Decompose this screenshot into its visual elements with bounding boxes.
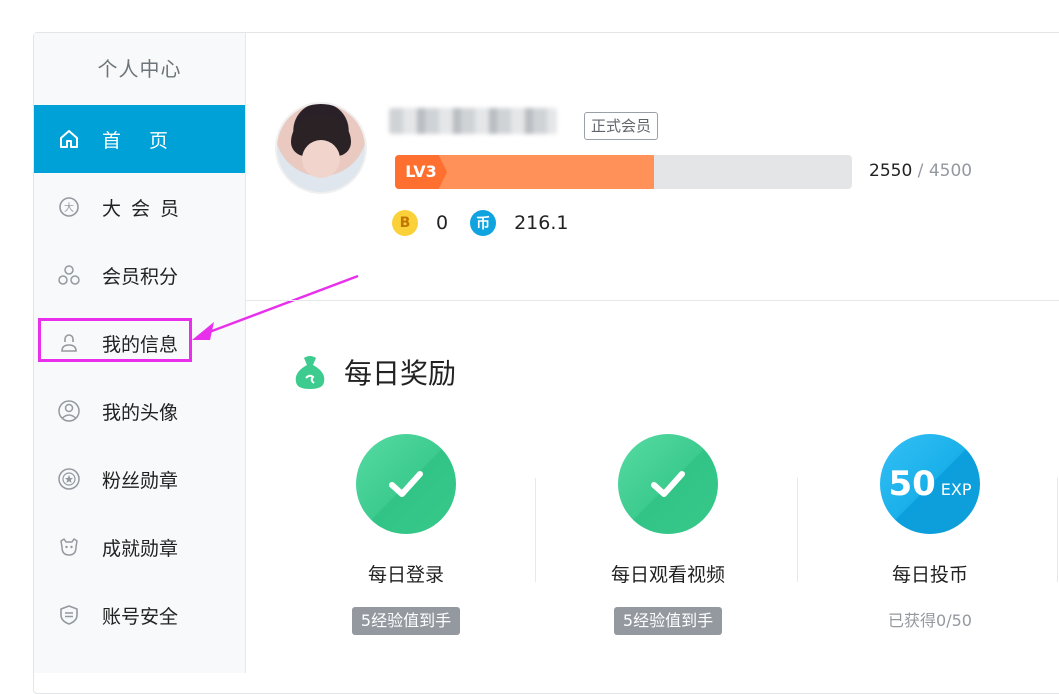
svg-text:大: 大	[64, 201, 74, 214]
reward-divider	[1057, 478, 1058, 582]
exp-max: 4500	[928, 161, 973, 181]
reward-name: 每日观看视频	[610, 564, 725, 586]
level-progress-bar: LV3	[395, 155, 852, 189]
sidebar-item-home[interactable]: 首页	[34, 105, 245, 173]
coin-icon: 币	[470, 210, 497, 236]
points-icon	[56, 262, 82, 288]
sidebar-title: 个人中心	[97, 57, 182, 81]
reward-daily-watch: 每日观看视频 5经验值到手	[568, 434, 768, 635]
sidebar-item-label: 我的头像	[102, 401, 179, 424]
sidebar-item-security[interactable]: 账号安全	[34, 581, 245, 649]
reward-tag: 5经验值到手	[351, 607, 461, 635]
money-bag-icon	[290, 352, 330, 392]
exp-badge: 50 EXP	[880, 434, 980, 534]
fan-medal-icon	[56, 466, 82, 492]
sidebar-item-label: 会员积分	[102, 265, 179, 288]
sidebar-item-label: 首页	[102, 129, 197, 152]
reward-daily-coin[interactable]: 50 EXP 每日投币 已获得0/50	[830, 434, 1030, 635]
level-label: LV3	[395, 155, 447, 189]
exp-badge-unit: EXP	[940, 479, 972, 499]
reward-tag: 5经验值到手	[613, 607, 723, 635]
b-coin-value: 0	[436, 212, 449, 234]
exp-badge-number: 50	[888, 464, 936, 504]
annotation-arrow	[192, 274, 359, 340]
exp-separator: /	[917, 161, 924, 181]
check-icon	[356, 434, 456, 534]
exp-current: 2550	[869, 161, 913, 181]
reward-divider	[797, 478, 798, 582]
sidebar-item-label: 账号安全	[102, 605, 179, 628]
username-blurred	[389, 108, 557, 134]
daily-reward-title-text: 每日奖励	[344, 357, 457, 390]
check-icon	[618, 434, 718, 534]
sidebar-item-avatar[interactable]: 我的头像	[34, 377, 245, 445]
sidebar-item-label: 大会员	[102, 197, 190, 220]
vip-icon: 大	[56, 194, 82, 220]
avatar[interactable]	[275, 102, 367, 194]
reward-name: 每日登录	[367, 564, 444, 586]
reward-progress: 已获得0/50	[888, 611, 972, 630]
coin-value: 216.1	[514, 212, 569, 234]
sidebar-item-label: 成就勋章	[102, 537, 179, 560]
shield-icon	[56, 602, 82, 628]
sidebar-item-achievement[interactable]: 成就勋章	[34, 513, 245, 581]
avatar-icon	[56, 398, 82, 424]
exp-counter: 2550 / 4500	[869, 161, 972, 181]
home-icon	[56, 126, 82, 152]
reward-divider	[535, 478, 536, 582]
sidebar-item-vip[interactable]: 大 大会员	[34, 173, 245, 241]
annotation-highlight-box	[38, 318, 192, 362]
sidebar-item-fan-medal[interactable]: 粉丝勋章	[34, 445, 245, 513]
coin-balances: B 0 币 216.1	[392, 210, 591, 236]
reward-name: 每日投币	[891, 564, 968, 586]
reward-daily-login: 每日登录 5经验值到手	[306, 434, 506, 635]
sidebar-item-label: 粉丝勋章	[102, 469, 179, 492]
b-coin-icon: B	[392, 210, 418, 236]
section-divider	[246, 300, 1059, 301]
achievement-icon	[56, 534, 82, 560]
member-status-badge: 正式会员	[584, 112, 659, 140]
daily-reward-title: 每日奖励	[290, 352, 456, 392]
